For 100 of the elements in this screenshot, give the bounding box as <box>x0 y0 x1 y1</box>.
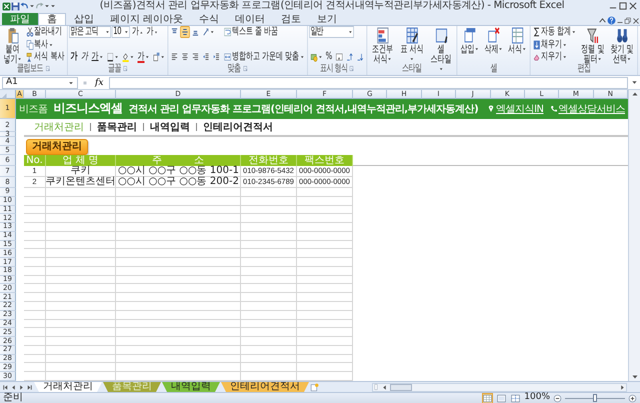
scroll-thumb[interactable] <box>390 384 412 390</box>
undo-icon[interactable] <box>20 2 29 10</box>
last-sheet-icon[interactable] <box>26 384 33 390</box>
page-layout-button[interactable] <box>496 392 508 403</box>
ribbon-button[interactable]: 찾기 및 선택 <box>608 26 636 63</box>
ribbon-button[interactable]: 가 <box>69 51 79 63</box>
zoom-out-icon[interactable] <box>553 394 562 402</box>
banner-link[interactable]: 엑셀상담서비스 <box>550 104 625 114</box>
ribbon-button[interactable]: % <box>324 51 334 63</box>
ribbon-button[interactable] <box>152 51 166 63</box>
save-icon[interactable] <box>11 2 20 10</box>
ribbon-tab[interactable]: 보기 <box>309 13 346 25</box>
ribbon-button[interactable]: 가 <box>130 26 145 38</box>
ribbon-button[interactable]: 가 <box>145 26 160 38</box>
ribbon-button[interactable] <box>201 51 211 63</box>
ribbon-button[interactable]: 붙여넣기 <box>1 26 24 63</box>
page-break-button[interactable] <box>510 392 522 403</box>
insert-sheet-icon[interactable] <box>310 382 319 392</box>
ribbon-button[interactable]: 가 <box>90 51 105 63</box>
ribbon-button[interactable]: 삽입 <box>458 26 481 63</box>
ribbon-dropdown[interactable]: 맑은 고딕 <box>69 26 112 38</box>
caret-icon[interactable] <box>44 3 50 9</box>
increase-decimal-icon <box>346 52 354 62</box>
ribbon-button[interactable]: 복사 <box>25 38 54 50</box>
sheet-tab[interactable]: 거래처관리 <box>34 382 102 392</box>
ribbon-button[interactable]: 자동 합계 <box>532 26 578 38</box>
ribbon-button[interactable]: 병합하고 가운데 맞춤 <box>222 51 306 63</box>
collapse-ribbon-icon[interactable] <box>598 16 607 25</box>
caret-icon[interactable] <box>29 3 35 9</box>
ribbon-button[interactable]: 가 <box>136 51 151 63</box>
formula-field[interactable] <box>109 76 628 88</box>
sheet-tab[interactable]: 인테리어견적서 <box>221 382 309 392</box>
table-cell <box>297 258 353 267</box>
ribbon-button[interactable]: 서식 <box>506 26 528 63</box>
ribbon-button[interactable]: 가 <box>80 51 90 63</box>
ribbon-tab[interactable]: 홈 <box>38 13 66 25</box>
align-middle-icon <box>182 27 189 37</box>
ribbon-button[interactable]: 셀 스타일 <box>427 26 456 63</box>
ribbon-dropdown[interactable]: 일반 <box>308 26 354 38</box>
file-tab[interactable]: 파일 <box>2 13 38 25</box>
maximize-icon[interactable] <box>618 1 628 11</box>
ribbon-button[interactable] <box>180 51 190 63</box>
close-icon[interactable] <box>632 17 640 25</box>
horizontal-scrollbar[interactable] <box>372 382 627 392</box>
zoom-slider[interactable] <box>565 394 625 402</box>
ribbon-button[interactable] <box>201 26 216 38</box>
ribbon-button[interactable]: 삭제 <box>482 26 505 63</box>
caret-icon <box>410 56 414 62</box>
ribbon-button[interactable] <box>355 51 366 63</box>
caret-icon <box>99 54 104 60</box>
nav-link[interactable]: 내역입력 <box>144 122 196 132</box>
dialog-launcher-icon[interactable] <box>242 65 248 72</box>
ribbon-tab[interactable]: 검토 <box>273 13 310 25</box>
ribbon-tab[interactable]: 페이지 레이아웃 <box>102 13 192 25</box>
normal-view-button[interactable] <box>482 392 494 403</box>
vertical-scrollbar[interactable] <box>628 90 640 381</box>
ribbon-button[interactable]: 지우기 <box>532 51 568 63</box>
ribbon-button[interactable] <box>170 51 180 63</box>
ribbon-tab[interactable]: 데이터 <box>227 13 274 25</box>
sheet-tab[interactable]: 내역입력 <box>162 382 220 392</box>
excel-logo-icon[interactable] <box>2 2 11 10</box>
close-icon[interactable] <box>628 1 638 11</box>
section-button[interactable]: 거래처관리 <box>26 139 88 155</box>
ribbon-button[interactable] <box>180 26 190 38</box>
first-sheet-icon[interactable] <box>2 384 9 390</box>
scroll-down-icon[interactable] <box>630 372 638 381</box>
customize-toolbar-icon[interactable] <box>50 3 56 9</box>
ribbon-dropdown[interactable]: 10 <box>112 26 130 38</box>
ribbon-button[interactable] <box>106 51 120 63</box>
nav-link[interactable]: 인테리어견적서 <box>197 122 279 132</box>
align-left-icon <box>171 52 178 62</box>
zoom-level[interactable]: 100% <box>524 393 550 403</box>
cell-style-icon <box>435 27 448 44</box>
ribbon-tab[interactable]: 수식 <box>191 13 228 25</box>
ribbon-button[interactable]: 채우기 <box>532 38 568 50</box>
help-icon[interactable] <box>607 16 616 25</box>
expand-formula-icon[interactable] <box>631 79 638 86</box>
ribbon-button[interactable] <box>344 51 355 63</box>
slider-thumb[interactable] <box>593 394 597 402</box>
ribbon-button[interactable]: 서식 복사 <box>25 51 66 63</box>
restore-icon[interactable] <box>624 17 632 25</box>
table-cell <box>241 196 297 206</box>
nav-link[interactable]: 품목관리 <box>91 122 143 132</box>
ribbon-button[interactable]: 표 서식 <box>398 26 426 63</box>
conditional-format-icon <box>376 27 388 44</box>
banner-link[interactable]: 엑셀지식IN <box>487 104 544 114</box>
ribbon-button[interactable]: 정렬 및 필터 <box>578 26 607 63</box>
ribbon-button[interactable]: 잘라내기 <box>25 26 64 38</box>
name-box[interactable]: A1 <box>2 76 78 88</box>
split-handle-icon[interactable] <box>373 383 379 391</box>
zoom-in-icon[interactable] <box>628 394 637 402</box>
table-cell <box>297 276 353 284</box>
ribbon-tab[interactable]: 삽입 <box>66 13 102 25</box>
ribbon-button[interactable] <box>190 51 200 63</box>
ribbon-button[interactable]: 텍스트 줄 바꿈 <box>222 26 280 38</box>
ribbon-button[interactable]: 조건부 서식 <box>368 26 397 63</box>
insert-function-button[interactable]: fx <box>92 76 106 88</box>
merge-icon <box>224 52 232 62</box>
ribbon-button[interactable] <box>212 51 222 63</box>
group-label: 글꼴 <box>108 64 121 74</box>
